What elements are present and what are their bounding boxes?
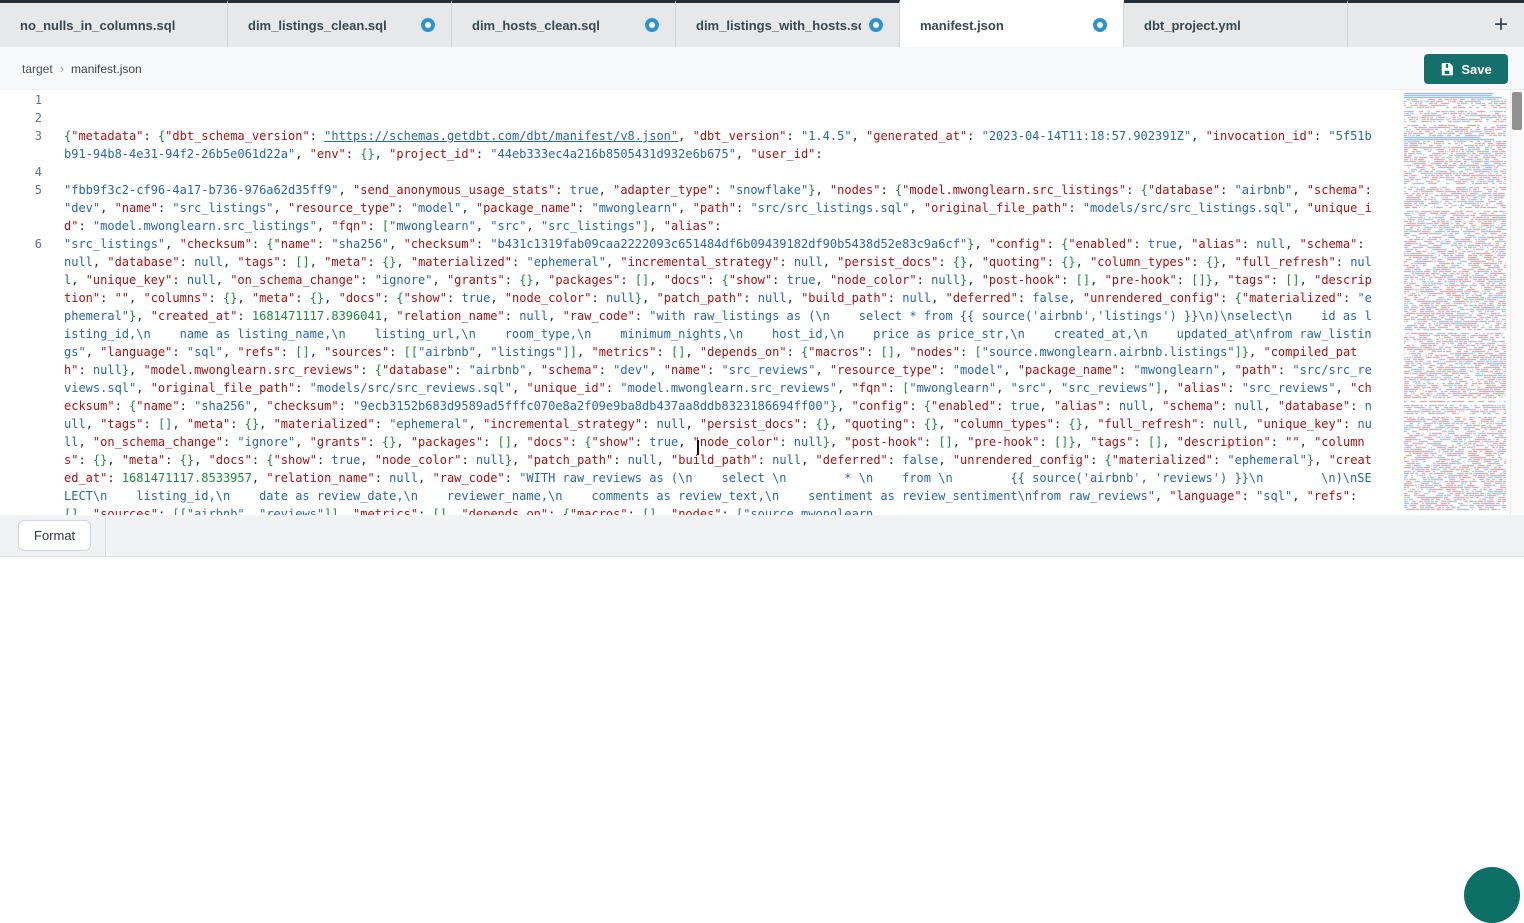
code-line[interactable]: 5"fbb9f3c2-cf96-4a17-b736-976a62d35ff9",… (0, 181, 1395, 235)
text-caret (697, 440, 699, 455)
breadcrumb: target › manifest.json (22, 47, 142, 90)
line-number: 6 (0, 235, 42, 253)
unsaved-changes-icon[interactable] (1093, 18, 1107, 32)
breadcrumb-separator-icon: › (60, 61, 64, 76)
code-line[interactable]: 4 (0, 163, 1395, 181)
line-number: 2 (0, 109, 42, 127)
code-line[interactable]: 2 (0, 109, 1395, 127)
tab-no-nulls-in-columns-sql[interactable]: no_nulls_in_columns.sql (0, 0, 228, 47)
scrollbar-thumb[interactable] (1512, 92, 1522, 130)
save-icon (1440, 62, 1454, 76)
tab-bar-filler: + (1348, 0, 1524, 47)
tab-manifest-json[interactable]: manifest.json (900, 0, 1124, 47)
code-line[interactable]: 3{"metadata": {"dbt_schema_version": "ht… (0, 127, 1395, 163)
breadcrumb-bar: target › manifest.json Save (0, 47, 1524, 90)
tab-label: dim_listings_with_hosts.sql (696, 18, 861, 33)
unsaved-changes-icon[interactable] (421, 18, 435, 32)
minimap[interactable] (1402, 92, 1510, 513)
code-line[interactable]: 1 (0, 91, 1395, 109)
panel-divider (105, 515, 106, 556)
tab-dim-hosts-clean-sql[interactable]: dim_hosts_clean.sql (452, 0, 676, 47)
app: { "tabs": { "items": [ {"label": "no_nul… (0, 0, 1524, 875)
line-number: 3 (0, 127, 42, 145)
tab-label: dim_listings_clean.sql (248, 18, 387, 33)
tab-dim-listings-with-hosts-sql[interactable]: dim_listings_with_hosts.sql (676, 0, 900, 47)
breadcrumb-folder: target (22, 62, 53, 76)
unsaved-changes-icon[interactable] (645, 18, 659, 32)
tab-dim-listings-clean-sql[interactable]: dim_listings_clean.sql (228, 0, 452, 47)
line-number: 1 (0, 91, 42, 109)
tab-label: dbt_project.yml (1144, 18, 1241, 33)
scrollbar-track[interactable] (1510, 90, 1524, 515)
save-label: Save (1461, 62, 1491, 77)
tab-label: manifest.json (920, 18, 1004, 33)
tab-dbt-project-yml[interactable]: dbt_project.yml (1124, 0, 1348, 47)
format-button[interactable]: Format (18, 520, 91, 551)
unsaved-changes-icon[interactable] (869, 18, 883, 32)
code-editor[interactable]: 1 2 3{"metadata": {"dbt_schema_version":… (0, 90, 1524, 515)
new-tab-button[interactable]: + (1488, 12, 1514, 38)
tab-bar: no_nulls_in_columns.sql dim_listings_clea… (0, 0, 1524, 47)
line-number: 5 (0, 181, 42, 199)
breadcrumb-file: manifest.json (71, 62, 142, 76)
format-bar: Format (0, 515, 1524, 557)
results-panel-empty (0, 557, 1524, 875)
line-number: 4 (0, 163, 42, 181)
help-button[interactable] (1464, 867, 1520, 923)
code-line[interactable]: 6"src_listings", "checksum": {"name": "s… (0, 235, 1395, 515)
tab-label: dim_hosts_clean.sql (472, 18, 600, 33)
tab-label: no_nulls_in_columns.sql (20, 18, 175, 33)
save-button[interactable]: Save (1424, 54, 1508, 84)
